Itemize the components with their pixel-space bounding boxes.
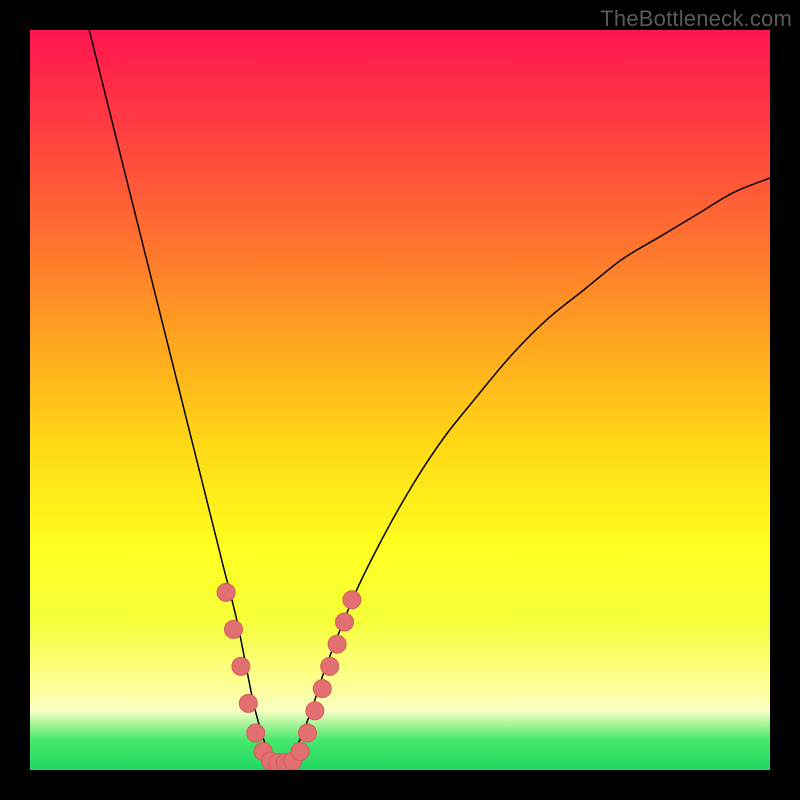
marker-point [299,724,317,742]
marker-point [291,743,309,761]
chart-stage: TheBottleneck.com [0,0,800,800]
chart-svg [30,30,770,770]
marker-point [328,635,346,653]
marker-point [306,702,324,720]
marker-point [217,583,235,601]
marker-point [343,591,361,609]
marker-point [313,680,331,698]
marker-point [336,613,354,631]
marker-group [217,583,361,770]
marker-point [247,724,265,742]
plot-area [30,30,770,770]
bottleneck-curve [89,30,770,763]
watermark-text: TheBottleneck.com [600,6,792,32]
marker-point [225,620,243,638]
marker-point [321,657,339,675]
marker-point [232,657,250,675]
marker-point [239,694,257,712]
